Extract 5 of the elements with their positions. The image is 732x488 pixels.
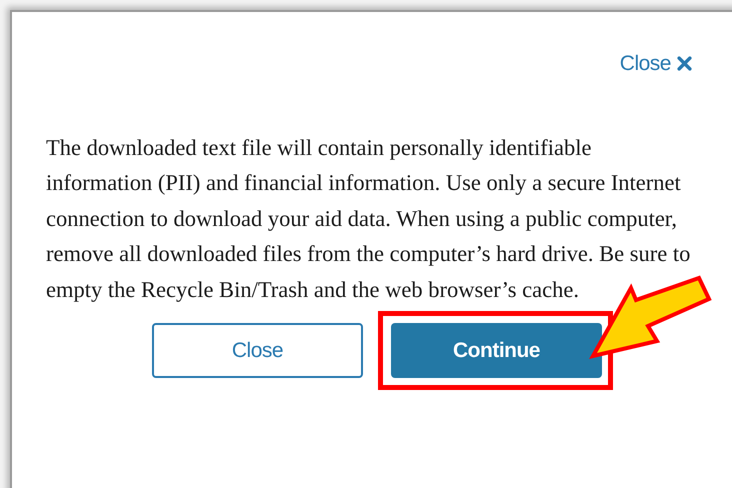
warning-message: The downloaded text file will contain personally identifiable information (PII) and financial information. Use only a secure Internet connection to download your aid data. When using a public computer, remove all downloaded files from the computer’s hard drive. Be sure to empty the Recycle Bin/Trash and the web browser’s cache.: [46, 134, 692, 304]
close-button[interactable]: Close: [152, 323, 363, 378]
continue-button[interactable]: Continue: [391, 323, 602, 378]
close-icon: [677, 56, 692, 72]
close-link[interactable]: Close: [620, 48, 692, 80]
